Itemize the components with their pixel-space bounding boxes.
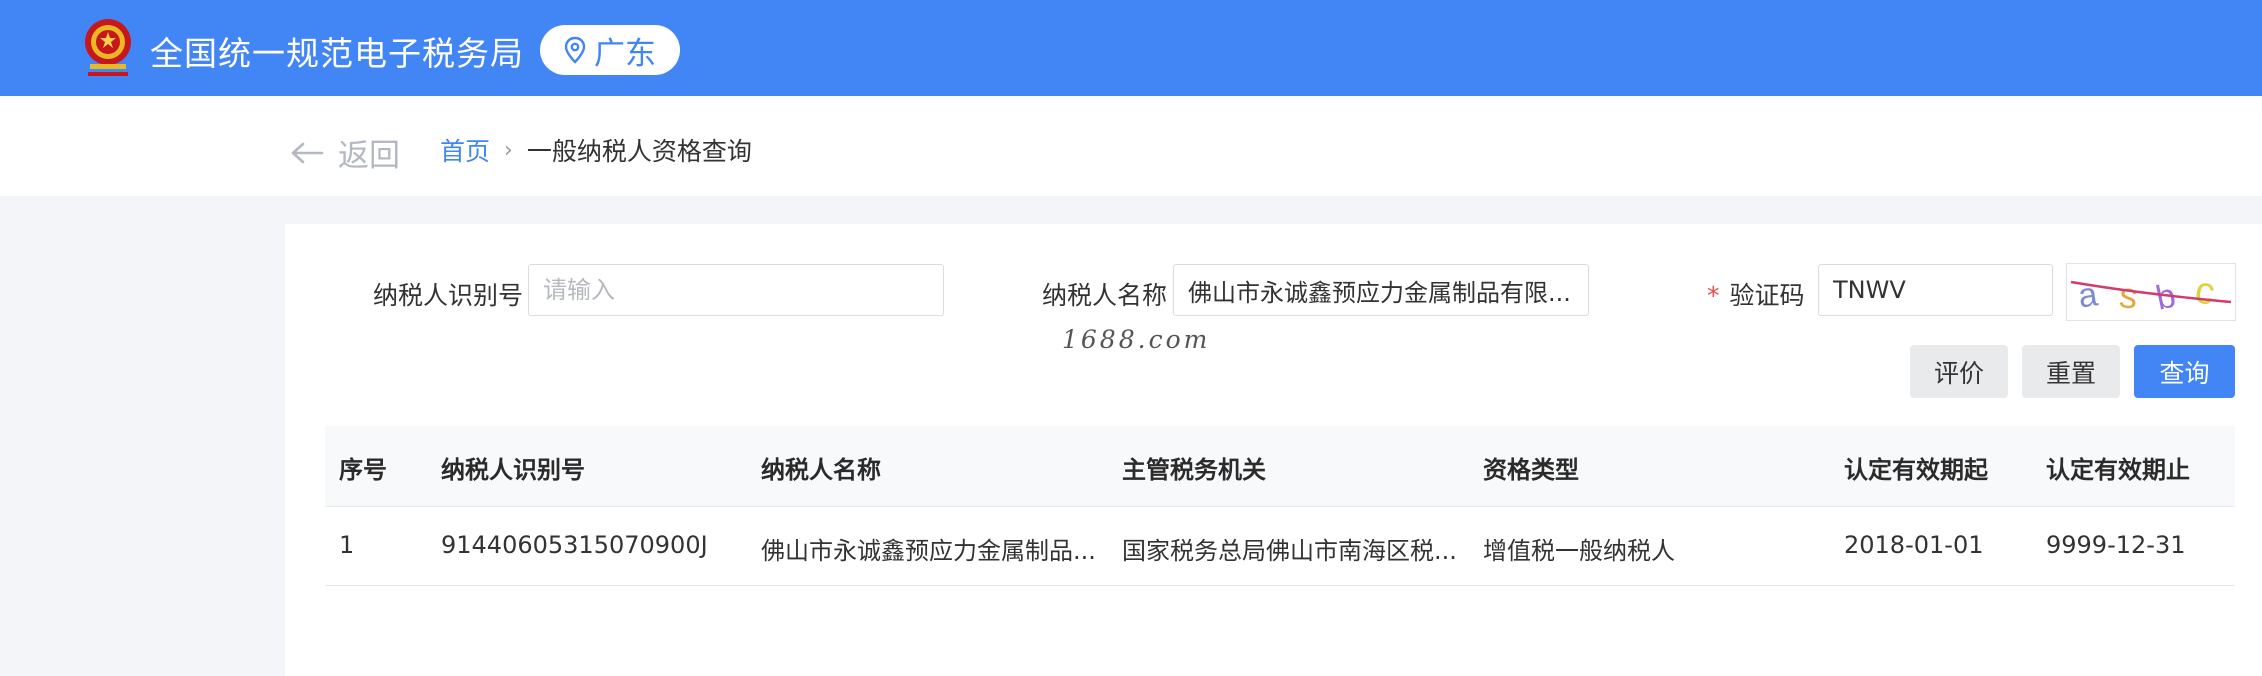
captcha-label: * 验证码 bbox=[1707, 276, 1805, 312]
column-header-valid-from: 认定有效期起 bbox=[1844, 456, 1988, 484]
svg-text:c: c bbox=[2192, 269, 2218, 314]
breadcrumb-home-link[interactable]: 首页 bbox=[440, 132, 490, 168]
back-label: 返回 bbox=[338, 138, 400, 174]
watermark: 1688.com bbox=[1062, 325, 1211, 354]
taxpayer-name-label: 纳税人名称 bbox=[1042, 281, 1168, 310]
breadcrumb: 首页 › 一般纳税人资格查询 bbox=[440, 132, 752, 168]
required-mark: * bbox=[1707, 281, 1720, 310]
cell-taxpayer-name: 佛山市永诚鑫预应力金属制品... bbox=[761, 537, 1096, 565]
taxpayer-id-label: 纳税人识别号 bbox=[373, 281, 524, 310]
cell-valid-from: 2018-01-01 bbox=[1844, 531, 1984, 559]
region-selector[interactable]: 广东 bbox=[540, 25, 680, 75]
svg-text:a: a bbox=[2076, 275, 2100, 315]
taxpayer-name-input[interactable] bbox=[1173, 264, 1589, 316]
captcha-label-text: 验证码 bbox=[1729, 281, 1805, 310]
svg-text:s: s bbox=[2117, 274, 2139, 317]
captcha-input[interactable] bbox=[1818, 264, 2053, 316]
captcha-image[interactable]: a s b c bbox=[2066, 263, 2236, 321]
national-emblem-icon bbox=[85, 19, 131, 76]
region-label: 广东 bbox=[594, 35, 656, 72]
column-header-taxpayer-id: 纳税人识别号 bbox=[441, 456, 585, 484]
table-header: 序号 纳税人识别号 纳税人名称 主管税务机关 资格类型 认定有效期起 认定有效期… bbox=[325, 426, 2235, 507]
table-row[interactable]: 1 91440605315070900J 佛山市永诚鑫预应力金属制品... 国家… bbox=[325, 507, 2235, 586]
evaluate-button[interactable]: 评价 bbox=[1910, 345, 2008, 398]
cell-valid-to: 9999-12-31 bbox=[2046, 531, 2186, 559]
taxpayer-id-input[interactable] bbox=[528, 264, 944, 316]
cell-tax-authority: 国家税务总局佛山市南海区税... bbox=[1122, 537, 1457, 565]
column-header-qualification-type: 资格类型 bbox=[1483, 456, 1579, 484]
top-bar: 全国统一规范电子税务局 广东 bbox=[0, 0, 2262, 96]
column-header-index: 序号 bbox=[339, 456, 387, 484]
arrow-left-icon bbox=[291, 142, 324, 163]
reset-button[interactable]: 重置 bbox=[2022, 345, 2120, 398]
column-header-taxpayer-name: 纳税人名称 bbox=[761, 456, 881, 484]
site-title: 全国统一规范电子税务局 bbox=[150, 34, 524, 73]
cell-qualification-type: 增值税一般纳税人 bbox=[1483, 537, 1675, 565]
column-header-tax-authority: 主管税务机关 bbox=[1122, 456, 1266, 484]
back-button[interactable]: 返回 bbox=[290, 130, 400, 175]
column-header-valid-to: 认定有效期止 bbox=[2046, 456, 2190, 484]
query-button[interactable]: 查询 bbox=[2134, 345, 2235, 398]
cell-taxpayer-id: 91440605315070900J bbox=[441, 531, 708, 559]
cell-index: 1 bbox=[339, 531, 355, 559]
chevron-right-icon: › bbox=[504, 137, 513, 163]
location-pin-icon bbox=[564, 36, 586, 64]
breadcrumb-current: 一般纳税人资格查询 bbox=[526, 137, 752, 166]
